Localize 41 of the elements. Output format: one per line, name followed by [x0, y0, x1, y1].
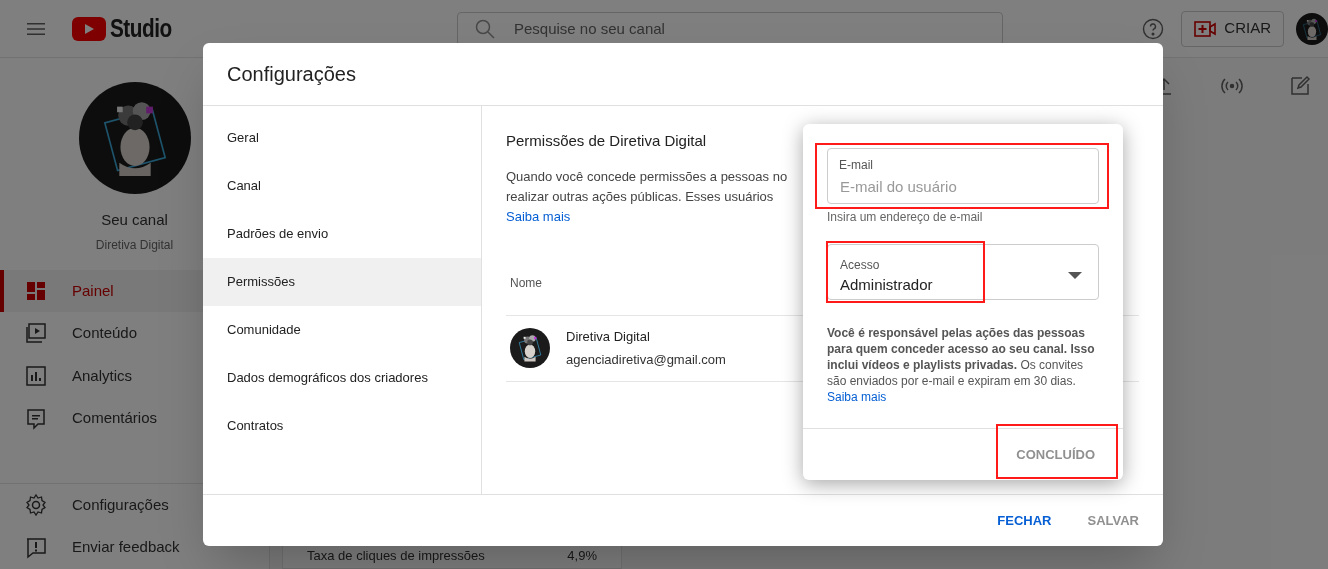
settings-tab[interactable]: Permissões — [203, 258, 481, 306]
column-header: Nome — [510, 275, 542, 292]
dialog-title: Configurações — [227, 62, 356, 87]
channel-title: Seu canal — [101, 210, 168, 230]
search-field[interactable]: Pesquise no seu canal — [457, 11, 1003, 46]
dropdown-caret-icon — [1068, 272, 1082, 280]
logo-text: Studio — [110, 12, 172, 45]
sidebar-item[interactable]: Enviar feedback — [0, 526, 269, 569]
help-icon[interactable] — [1141, 16, 1166, 41]
description-line: realizar outras ações públicas. Esses usuários — [506, 187, 774, 206]
channel-name: Diretiva Digital — [95, 236, 174, 254]
access-value: Administrador — [840, 274, 934, 295]
description-line: Quando você concede permissões a pessoas no — [506, 167, 788, 186]
metric-label: Taxa de cliques de impressões — [307, 546, 485, 565]
access-label: Acesso — [840, 256, 881, 274]
helper-text: Insira um endereço de e-mail — [827, 209, 984, 226]
settings-tab[interactable]: Contratos — [203, 402, 481, 450]
notice-text: Você é responsável pelas ações das pessoas para quem conceder acesso ao seu canal. Isso inclui vídeos e playlists privadas. Os convites são enviados por e-mail e expiram em 30 dias. — [827, 326, 1095, 388]
create-button[interactable]: CRIAR — [1181, 10, 1284, 47]
play-icon — [24, 321, 48, 346]
settings-tab[interactable]: Canal — [203, 162, 481, 210]
settings-tab[interactable]: Geral — [203, 114, 481, 162]
learn-more-link[interactable]: Saiba mais — [827, 390, 887, 404]
video-plus-icon — [1194, 20, 1217, 37]
member-email: agenciadiretiva@gmail.com — [566, 351, 726, 369]
member-name: Diretiva Digital — [566, 327, 651, 346]
learn-more-link[interactable]: Saiba mais — [506, 206, 571, 227]
feedback-icon — [24, 535, 48, 560]
settings-tab[interactable]: Padrões de envio — [203, 210, 481, 258]
metric-value: 4,9% — [567, 546, 597, 565]
play-logo-icon — [72, 16, 106, 41]
settings-icon — [24, 493, 48, 517]
comment-icon — [24, 406, 48, 431]
dialog-button[interactable]: FECHAR — [985, 502, 1064, 539]
email-label: E-mail — [839, 157, 873, 174]
settings-tab[interactable]: Dados demográficos dos criadores — [203, 354, 481, 402]
edit-icon[interactable] — [1288, 74, 1312, 98]
sidebar-item[interactable]: Configurações — [0, 483, 269, 527]
member-avatar — [510, 328, 550, 368]
bar-chart-icon — [24, 364, 48, 389]
section-title: Permissões de Diretiva Digital — [506, 131, 708, 151]
